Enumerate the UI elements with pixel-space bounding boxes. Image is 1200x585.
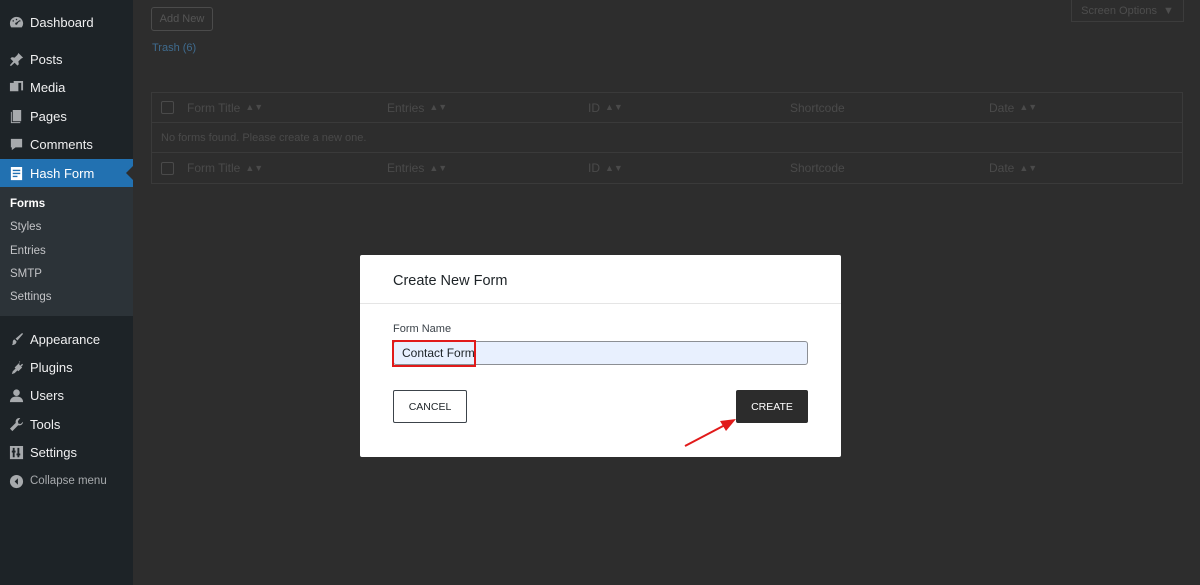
sidebar-item-users[interactable]: Users <box>0 381 133 409</box>
column-label: Form Title <box>187 100 241 115</box>
sidebar-item-tools[interactable]: Tools <box>0 410 133 438</box>
sidebar-item-label: Settings <box>30 444 77 460</box>
sort-icon: ▲▼ <box>1019 102 1038 112</box>
sidebar-item-label: Posts <box>30 51 63 67</box>
sidebar-item-label: Users <box>30 387 64 403</box>
sort-icon: ▲▼ <box>245 162 264 173</box>
sidebar-item-comments[interactable]: Comments <box>0 130 133 158</box>
sidebar-item-label: Hash Form <box>30 165 95 181</box>
column-header-form-title[interactable]: Form Title ▲▼ <box>187 161 263 175</box>
screen-options-label: Screen Options <box>1081 4 1157 17</box>
sort-icon: ▲▼ <box>429 162 448 173</box>
column-label: ID <box>588 161 600 175</box>
sidebar-item-label: Comments <box>30 136 93 152</box>
create-button[interactable]: CREATE <box>736 390 808 423</box>
sidebar-item-posts[interactable]: Posts <box>0 45 133 73</box>
sidebar-item-media[interactable]: Media <box>0 73 133 101</box>
dashboard-icon <box>8 14 24 30</box>
add-new-button[interactable]: Add New <box>151 7 213 31</box>
column-label: Date <box>989 161 1015 175</box>
comment-icon <box>8 136 24 152</box>
column-header-date[interactable]: Date ▲▼ <box>989 101 1037 115</box>
hash-form-submenu: Forms Styles Entries SMTP Settings <box>0 187 133 316</box>
collapse-icon <box>8 473 24 489</box>
sort-icon: ▲▼ <box>605 102 623 112</box>
sort-icon: ▲▼ <box>429 102 448 112</box>
admin-sidebar: Dashboard Posts Media Pages Comments Has… <box>0 0 133 585</box>
column-label: Date <box>989 100 1015 115</box>
plugin-icon <box>8 359 24 375</box>
sort-icon: ▲▼ <box>245 102 264 112</box>
table-header-row: Form Title ▲▼ Entries ▲▼ ID ▲▼ Shortcode Da… <box>152 93 1182 123</box>
sidebar-item-label: Appearance <box>30 331 101 347</box>
submenu-item-forms[interactable]: Forms <box>10 198 45 210</box>
settings-icon <box>8 444 24 460</box>
select-all-checkbox[interactable] <box>161 101 174 114</box>
screen-options-button[interactable]: Screen Options ▼ <box>1071 0 1184 22</box>
pages-icon <box>8 108 24 124</box>
sidebar-item-label: Tools <box>30 416 61 432</box>
collapse-menu-button[interactable]: Collapse menu <box>0 467 133 495</box>
annotation-highlight-box <box>392 340 476 367</box>
sidebar-item-appearance[interactable]: Appearance <box>0 325 133 353</box>
column-header-form-title[interactable]: Form Title ▲▼ <box>187 101 263 115</box>
submenu-item-entries[interactable]: Entries <box>10 245 46 257</box>
column-header-id[interactable]: ID ▲▼ <box>588 101 623 115</box>
column-label: ID <box>588 100 600 115</box>
active-menu-indicator <box>126 166 133 180</box>
column-header-entries[interactable]: Entries ▲▼ <box>387 101 447 115</box>
column-label: Entries <box>387 100 425 115</box>
trash-link[interactable]: Trash (6) <box>152 42 196 54</box>
brush-icon <box>8 331 24 347</box>
select-all-checkbox[interactable] <box>161 161 174 175</box>
submenu-item-smtp[interactable]: SMTP <box>10 268 42 280</box>
wrench-icon <box>8 416 24 432</box>
sort-icon: ▲▼ <box>605 162 623 173</box>
modal-title: Create New Form <box>393 273 508 289</box>
column-header-entries[interactable]: Entries ▲▼ <box>387 161 447 175</box>
sidebar-item-label: Media <box>30 79 66 95</box>
sidebar-item-label: Plugins <box>30 359 73 375</box>
sidebar-item-hash-form[interactable]: Hash Form <box>0 159 133 187</box>
forms-table: Form Title ▲▼ Entries ▲▼ ID ▲▼ Shortcode Da… <box>151 92 1183 184</box>
column-header-shortcode: Shortcode <box>790 101 845 115</box>
column-header-shortcode: Shortcode <box>790 161 845 175</box>
column-header-id[interactable]: ID ▲▼ <box>588 161 623 175</box>
table-empty-row: No forms found. Please create a new one. <box>152 123 1182 153</box>
table-footer-row: Form Title ▲▼ Entries ▲▼ ID ▲▼ Shortcode Da… <box>152 153 1182 183</box>
pin-icon <box>8 51 24 67</box>
submenu-item-settings[interactable]: Settings <box>10 291 52 303</box>
sidebar-item-label: Pages <box>30 108 67 124</box>
submenu-item-styles[interactable]: Styles <box>10 221 41 233</box>
sidebar-item-plugins[interactable]: Plugins <box>0 353 133 381</box>
cancel-button[interactable]: CANCEL <box>393 390 467 423</box>
form-icon <box>8 165 24 181</box>
sidebar-item-label: Dashboard <box>30 14 94 30</box>
collapse-menu-label: Collapse menu <box>30 475 107 487</box>
column-label: Entries <box>387 161 425 175</box>
column-label: Shortcode <box>790 100 845 115</box>
column-header-date[interactable]: Date ▲▼ <box>989 161 1037 175</box>
column-label: Form Title <box>187 161 241 175</box>
modal-divider <box>360 303 841 304</box>
sort-icon: ▲▼ <box>1019 162 1038 173</box>
sidebar-item-dashboard[interactable]: Dashboard <box>0 8 133 36</box>
column-label: Shortcode <box>790 161 845 175</box>
caret-down-icon: ▼ <box>1162 4 1174 17</box>
sidebar-item-settings[interactable]: Settings <box>0 438 133 466</box>
sidebar-item-pages[interactable]: Pages <box>0 102 133 130</box>
form-name-label: Form Name <box>393 323 452 335</box>
user-icon <box>8 387 24 403</box>
empty-message: No forms found. Please create a new one. <box>161 131 367 144</box>
create-form-modal: Create New Form Form Name CANCEL CREATE <box>360 255 841 457</box>
media-icon <box>8 79 24 95</box>
